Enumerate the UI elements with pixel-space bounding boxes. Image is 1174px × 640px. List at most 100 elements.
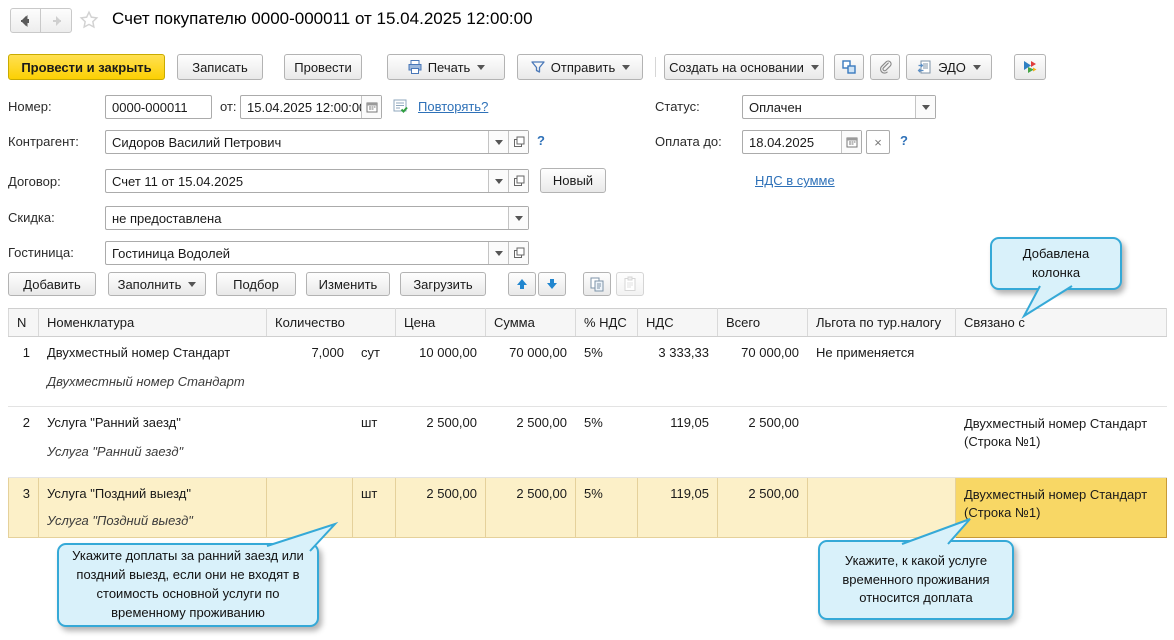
hotel-label: Гостиница: (8, 245, 74, 260)
document-structure-button[interactable] (834, 54, 864, 80)
pay-before-help-icon[interactable]: ? (900, 133, 908, 148)
col-header-n[interactable]: N (9, 309, 39, 337)
load-button[interactable]: Загрузить (400, 272, 486, 296)
move-row-up-button[interactable] (508, 272, 536, 296)
col-header-price[interactable]: Цена (396, 309, 486, 337)
table-row-highlighted[interactable]: 3 Услуга "Поздний выезд" Услуга "Поздний… (9, 478, 1167, 538)
save-button[interactable]: Записать (177, 54, 263, 80)
recurrence-icon[interactable] (392, 97, 410, 118)
cell-sum[interactable]: 2 500,00 (486, 407, 576, 478)
cell-qty[interactable]: 7,000 (267, 337, 353, 407)
pay-before-clear-button[interactable]: × (866, 130, 890, 154)
cell-name[interactable]: Услуга "Поздний выезд" Услуга "Поздний в… (39, 478, 267, 538)
cell-price[interactable]: 2 500,00 (396, 478, 486, 538)
cell-n[interactable]: 3 (9, 478, 39, 538)
date-input[interactable]: 15.04.2025 12:00:00 (240, 95, 382, 119)
cell-n[interactable]: 1 (9, 337, 39, 407)
cell-vat-percent[interactable]: 5% (576, 407, 638, 478)
item-description: Услуга "Ранний заезд" (47, 444, 258, 459)
col-header-benefit[interactable]: Льгота по тур.налогу (808, 309, 956, 337)
col-header-qty[interactable]: Количество (267, 309, 396, 337)
send-button[interactable]: Отправить (517, 54, 643, 80)
counterparty-dropdown-icon[interactable] (488, 131, 508, 153)
status-select[interactable]: Оплачен (742, 95, 936, 119)
cell-price[interactable]: 2 500,00 (396, 407, 486, 478)
cell-related[interactable] (956, 337, 1167, 407)
contract-open-icon[interactable] (508, 170, 528, 192)
cell-vat[interactable]: 119,05 (638, 478, 718, 538)
cell-vat-percent[interactable]: 5% (576, 478, 638, 538)
col-header-vat[interactable]: НДС (638, 309, 718, 337)
cell-related[interactable]: Двухместный номер Стандарт (Строка №1) (956, 407, 1167, 478)
col-header-sum[interactable]: Сумма (486, 309, 576, 337)
favorite-star-icon[interactable] (78, 9, 100, 34)
pay-before-calendar-icon[interactable] (841, 131, 861, 153)
print-button[interactable]: Печать (387, 54, 505, 80)
forward-arrow-icon (48, 13, 64, 29)
table-row[interactable]: 2 Услуга "Ранний заезд" Услуга "Ранний з… (9, 407, 1167, 478)
contract-input[interactable]: Счет 11 от 15.04.2025 (105, 169, 529, 193)
discount-dropdown-icon[interactable] (508, 207, 528, 229)
cell-sum[interactable]: 70 000,00 (486, 337, 576, 407)
create-based-on-button[interactable]: Создать на основании (664, 54, 824, 80)
move-row-down-button[interactable] (538, 272, 566, 296)
hotel-value: Гостиница Водолей (106, 242, 488, 264)
counterparty-open-icon[interactable] (508, 131, 528, 153)
cell-name[interactable]: Услуга "Ранний заезд" Услуга "Ранний зае… (39, 407, 267, 478)
col-header-total[interactable]: Всего (718, 309, 808, 337)
attachments-button[interactable] (870, 54, 900, 80)
discussions-button[interactable] (1014, 54, 1046, 80)
status-dropdown-icon[interactable] (915, 96, 935, 118)
copy-rows-button[interactable] (583, 272, 611, 296)
calendar-icon[interactable] (361, 96, 381, 118)
fill-button[interactable]: Заполнить (108, 272, 206, 296)
cell-price[interactable]: 10 000,00 (396, 337, 486, 407)
edit-row-button[interactable]: Изменить (306, 272, 390, 296)
post-button[interactable]: Провести (284, 54, 362, 80)
add-row-button[interactable]: Добавить (8, 272, 96, 296)
cell-total[interactable]: 70 000,00 (718, 337, 808, 407)
hotel-open-icon[interactable] (508, 242, 528, 264)
number-value: 0000-000011 (106, 96, 211, 118)
col-header-vat-percent[interactable]: % НДС (576, 309, 638, 337)
post-label: Провести (294, 60, 352, 75)
vat-in-sum-link[interactable]: НДС в сумме (755, 173, 835, 188)
date-from-label: от: (220, 99, 237, 114)
cell-vat-percent[interactable]: 5% (576, 337, 638, 407)
hotel-input[interactable]: Гостиница Водолей (105, 241, 529, 265)
cell-benefit[interactable] (808, 407, 956, 478)
contract-dropdown-icon[interactable] (488, 170, 508, 192)
callout-added-column-tail (1010, 284, 1090, 320)
cell-unit[interactable]: шт (353, 407, 396, 478)
new-contract-button[interactable]: Новый (540, 168, 606, 193)
edo-button[interactable]: ЭДО (906, 54, 992, 80)
hotel-dropdown-icon[interactable] (488, 242, 508, 264)
paste-rows-button[interactable] (616, 272, 644, 296)
cell-related-selected[interactable]: Двухместный номер Стандарт (Строка №1) (956, 478, 1167, 538)
cell-vat[interactable]: 119,05 (638, 407, 718, 478)
cell-total[interactable]: 2 500,00 (718, 407, 808, 478)
back-button[interactable] (11, 9, 41, 32)
pick-button[interactable]: Подбор (216, 272, 296, 296)
cell-unit[interactable]: шт (353, 478, 396, 538)
cell-benefit[interactable]: Не применяется (808, 337, 956, 407)
col-header-name[interactable]: Номенклатура (39, 309, 267, 337)
cell-vat[interactable]: 3 333,33 (638, 337, 718, 407)
cell-unit[interactable]: сут (353, 337, 396, 407)
forward-button[interactable] (41, 9, 71, 32)
pay-before-input[interactable]: 18.04.2025 (742, 130, 862, 154)
repeat-link[interactable]: Повторять? (418, 99, 488, 114)
status-label: Статус: (655, 99, 700, 114)
post-and-close-button[interactable]: Провести и закрыть (8, 54, 165, 80)
cell-sum[interactable]: 2 500,00 (486, 478, 576, 538)
cell-name[interactable]: Двухместный номер Стандарт Двухместный н… (39, 337, 267, 407)
cell-qty[interactable] (267, 407, 353, 478)
table-row[interactable]: 1 Двухместный номер Стандарт Двухместный… (9, 337, 1167, 407)
cell-n[interactable]: 2 (9, 407, 39, 478)
cell-total[interactable]: 2 500,00 (718, 478, 808, 538)
number-input[interactable]: 0000-000011 (105, 95, 212, 119)
counterparty-input[interactable]: Сидоров Василий Петрович (105, 130, 529, 154)
callout-related-hint: Укажите, к какой услуге временного прожи… (818, 540, 1014, 620)
counterparty-help-icon[interactable]: ? (537, 133, 545, 148)
discount-select[interactable]: не предоставлена (105, 206, 529, 230)
